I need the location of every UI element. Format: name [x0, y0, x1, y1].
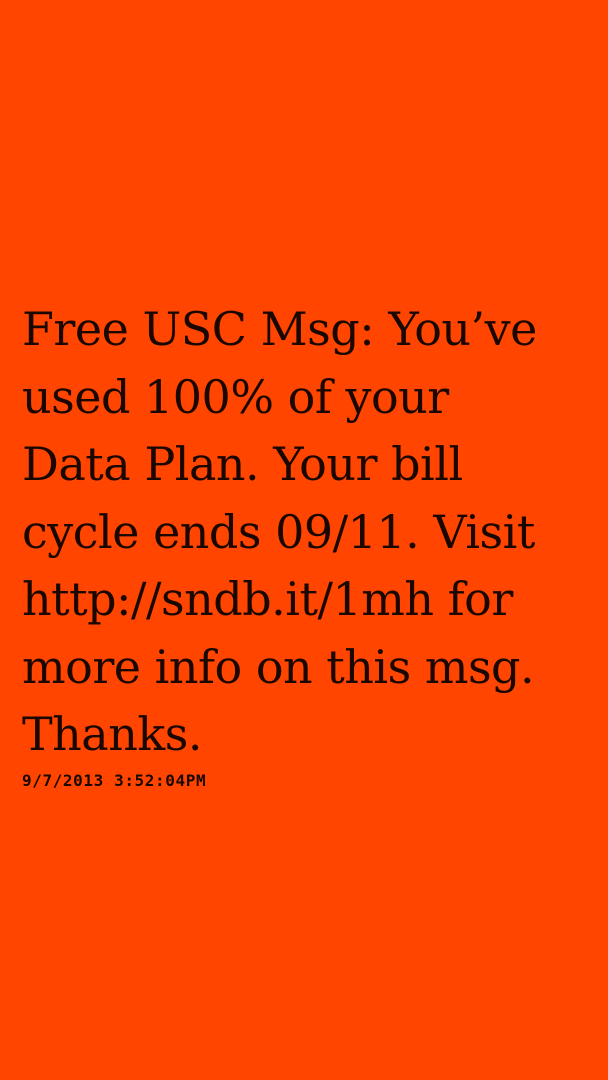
message-body: Free USC Msg: You’ve used 100% of your D…	[22, 302, 537, 761]
message-timestamp: 9/7/2013 3:52:04PM	[22, 770, 207, 790]
message-card: Free USC Msg: You’ve used 100% of your D…	[22, 296, 592, 790]
